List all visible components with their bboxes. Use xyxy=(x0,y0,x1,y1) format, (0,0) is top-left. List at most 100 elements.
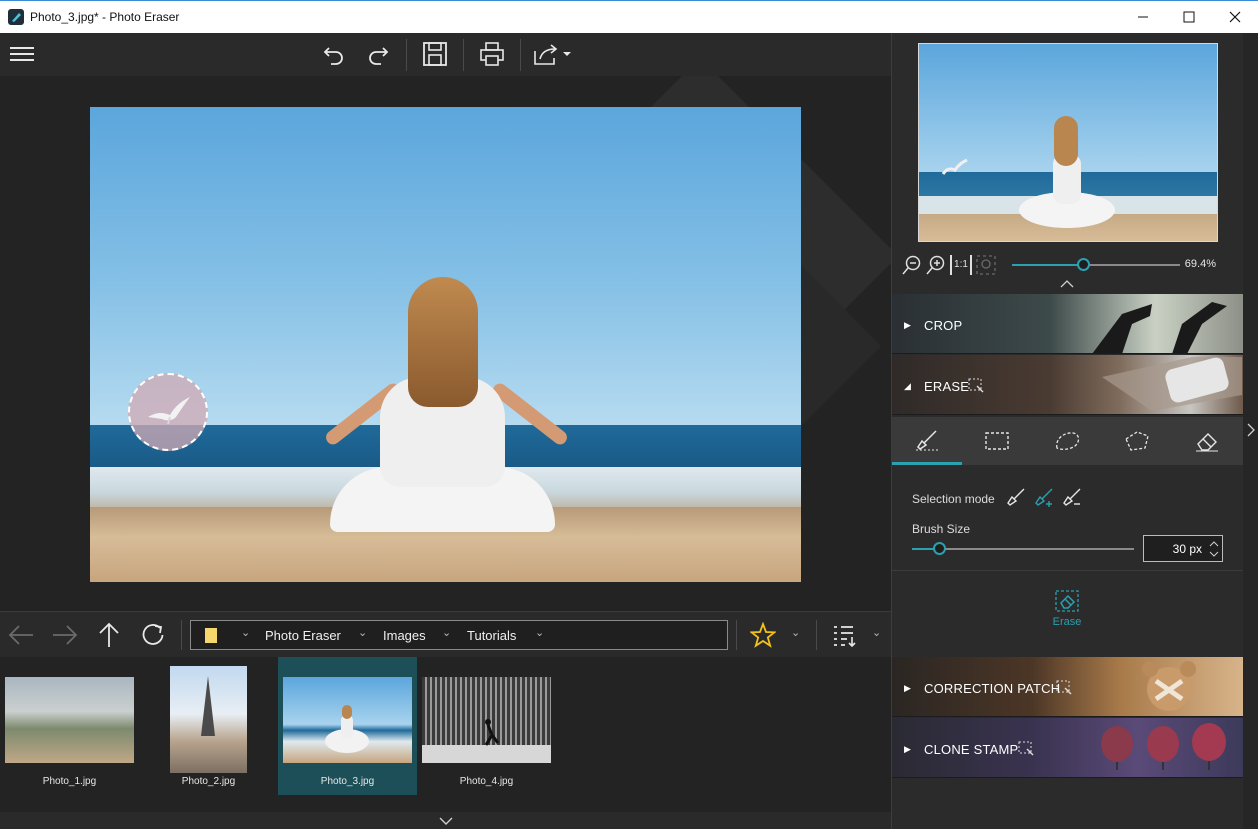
actual-size-icon: 1:1 xyxy=(954,259,968,270)
path-breadcrumb[interactable]: ⌄ Photo Eraser ⌄ Images ⌄ Tutorials ⌄ xyxy=(190,620,728,650)
redo-button[interactable] xyxy=(360,39,396,69)
menu-button[interactable] xyxy=(4,39,40,69)
edited-photo[interactable] xyxy=(90,107,801,582)
brush-size-slider[interactable] xyxy=(912,542,1134,555)
up-folder-button[interactable] xyxy=(92,620,126,650)
selection-mode-add-button[interactable] xyxy=(1034,487,1056,507)
favorites-button[interactable] xyxy=(746,620,780,650)
zoom-in-button[interactable] xyxy=(926,255,946,275)
forward-arrow-icon xyxy=(53,625,78,645)
back-arrow-icon xyxy=(8,625,33,645)
help-icon[interactable] xyxy=(968,377,984,393)
zoom-in-icon xyxy=(926,255,945,275)
minimize-button[interactable] xyxy=(1120,1,1165,33)
save-button[interactable] xyxy=(417,39,453,69)
folder-icon xyxy=(205,628,217,643)
correction-patch-label: CORRECTION PATCH xyxy=(924,681,1061,696)
eraser-icon xyxy=(1196,433,1218,452)
brush-icon xyxy=(916,429,938,450)
zoom-out-button[interactable] xyxy=(902,255,922,275)
menu-icon xyxy=(10,47,34,61)
erase-tool-tabs xyxy=(892,417,1243,465)
selection-mode-subtract-button[interactable] xyxy=(1062,487,1084,507)
navigator-preview[interactable] xyxy=(918,43,1218,242)
brush-size-input[interactable]: 30 px xyxy=(1143,535,1223,562)
crop-label: CROP xyxy=(924,318,963,333)
eraser-tool-button[interactable] xyxy=(1172,417,1242,465)
print-button[interactable] xyxy=(474,39,510,69)
figure-shape xyxy=(325,705,369,753)
thumbnail-item[interactable]: Photo_4.jpg xyxy=(417,657,556,795)
erase-button[interactable]: Erase xyxy=(1042,589,1092,639)
fit-to-window-button[interactable] xyxy=(976,255,996,275)
erase-selection-area[interactable] xyxy=(128,373,208,451)
actual-size-button[interactable]: 1:1 xyxy=(950,255,972,275)
clone-stamp-section-header[interactable]: ▶ CLONE STAMP xyxy=(892,718,1243,778)
thumbnail-item-selected[interactable]: Photo_3.jpg xyxy=(278,657,417,795)
panel-toggle-strip[interactable] xyxy=(1243,33,1258,829)
erase-options: Selection mode Brush Size 30 px xyxy=(892,465,1243,571)
erase-action-area: Erase xyxy=(892,571,1243,657)
collapse-arrow-icon: ◢ xyxy=(904,381,911,391)
back-button[interactable] xyxy=(4,620,38,650)
canvas-area[interactable] xyxy=(0,76,891,611)
maximize-button[interactable] xyxy=(1166,1,1211,33)
forward-button[interactable] xyxy=(48,620,82,650)
lasso-tool-button[interactable] xyxy=(1032,417,1102,465)
brush-size-slider-knob[interactable] xyxy=(932,542,946,555)
breadcrumb-item[interactable]: Images xyxy=(383,628,426,643)
help-icon[interactable] xyxy=(1056,679,1072,695)
polygon-lasso-tool-button[interactable] xyxy=(1102,417,1172,465)
correction-patch-section-header[interactable]: ▶ CORRECTION PATCH xyxy=(892,657,1243,717)
chevron-down-icon[interactable]: ⌄ xyxy=(442,626,451,639)
breadcrumb-item[interactable]: Photo Eraser xyxy=(265,628,341,643)
chevron-up-icon xyxy=(1060,280,1074,288)
chevron-down-icon[interactable]: ⌄ xyxy=(241,626,250,639)
chevron-down-icon[interactable]: ⌄ xyxy=(791,626,800,639)
refresh-icon xyxy=(142,624,164,645)
app-icon xyxy=(8,9,24,25)
brush-icon xyxy=(1007,488,1025,506)
refresh-button[interactable] xyxy=(136,620,170,650)
breadcrumb-item[interactable]: Tutorials xyxy=(467,628,516,643)
crop-section-header[interactable]: ▶ CROP xyxy=(892,294,1243,354)
thumbnail-image xyxy=(283,677,412,763)
zoom-slider-knob[interactable] xyxy=(1076,258,1090,271)
thumbnail-item[interactable]: Photo_1.jpg xyxy=(0,657,139,795)
help-icon[interactable] xyxy=(1018,740,1034,756)
chevron-down-icon[interactable]: ⌄ xyxy=(358,626,367,639)
collapse-preview-button[interactable] xyxy=(1060,280,1074,288)
thumbnail-strip: Photo_1.jpg Photo_2.jpg Photo_3.jpg Phot… xyxy=(0,657,891,812)
selection-mode-new-button[interactable] xyxy=(1006,487,1028,507)
zoom-slider[interactable] xyxy=(1012,258,1180,271)
zoom-slider-fill xyxy=(1012,264,1083,266)
up-arrow-icon xyxy=(99,622,119,647)
toolbar-separator xyxy=(406,39,407,71)
thumbnail-item[interactable]: Photo_2.jpg xyxy=(139,657,278,795)
expand-arrow-icon: ▶ xyxy=(904,683,911,693)
chevron-down-icon[interactable]: ⌄ xyxy=(535,626,544,639)
runner-shape xyxy=(484,719,500,746)
spinner-arrows-icon[interactable] xyxy=(1209,538,1219,560)
close-button[interactable] xyxy=(1212,1,1257,33)
brush-size-label: Brush Size xyxy=(912,522,971,536)
chevron-right-icon xyxy=(1247,423,1255,437)
browser-navigation-bar: ⌄ Photo Eraser ⌄ Images ⌄ Tutorials ⌄ ⌄ … xyxy=(0,611,891,657)
expand-strip[interactable] xyxy=(0,812,891,829)
window-title: Photo_3.jpg* - Photo Eraser xyxy=(30,10,180,24)
view-options-button[interactable] xyxy=(828,620,862,650)
share-button[interactable] xyxy=(530,39,574,69)
redo-icon xyxy=(369,47,389,65)
clone-stamp-label: CLONE STAMP xyxy=(924,742,1019,757)
thumbnail-image xyxy=(170,666,247,773)
chevron-down-icon[interactable]: ⌄ xyxy=(872,626,881,639)
erase-section-header[interactable]: ◢ ERASE xyxy=(892,355,1243,415)
rectangle-select-tool-button[interactable] xyxy=(962,417,1032,465)
selection-mode-label: Selection mode xyxy=(912,492,995,506)
undo-button[interactable] xyxy=(316,39,352,69)
photo-figure-hair xyxy=(408,277,478,407)
save-icon xyxy=(423,42,447,66)
erase-button-label: Erase xyxy=(1052,616,1082,628)
brush-tool-button[interactable] xyxy=(892,417,962,465)
thumbnail-label: Photo_2.jpg xyxy=(181,776,236,787)
